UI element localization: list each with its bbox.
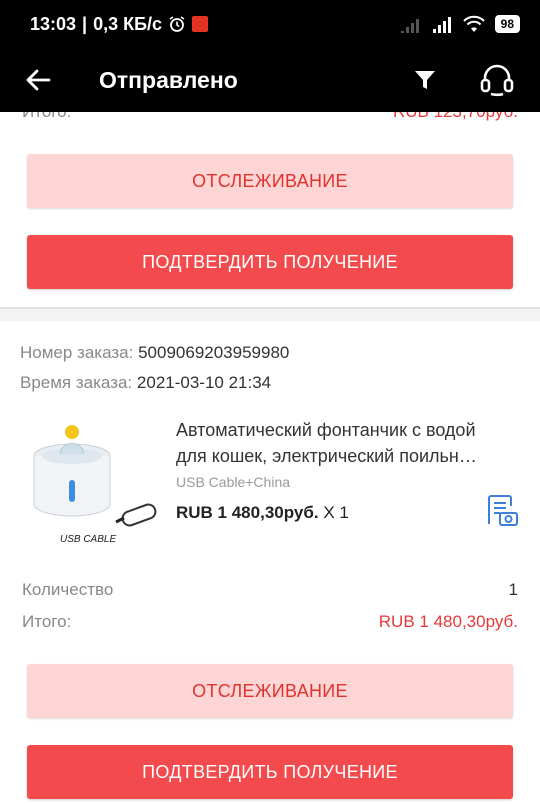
product-price: RUB 1 480,30руб. bbox=[176, 503, 319, 522]
back-arrow-icon bbox=[26, 69, 51, 91]
order-time-row: Время заказа: 2021-03-10 21:34 bbox=[20, 373, 271, 393]
product-image[interactable]: USB CABLE bbox=[22, 410, 162, 550]
previous-order-total-value: RUB 123,70руб. bbox=[393, 112, 518, 122]
filter-icon bbox=[415, 71, 435, 89]
order-confirm-button[interactable]: ПОДТВЕРДИТЬ ПОЛУЧЕНИЕ bbox=[27, 745, 513, 799]
product-price-row: RUB 1 480,30руб. X 1 bbox=[176, 503, 349, 523]
order-quantity-label: Количество bbox=[22, 580, 114, 599]
orders-list[interactable]: Итого: RUB 123,70руб. ОТСЛЕЖИВАНИЕ ПОДТВ… bbox=[0, 112, 540, 804]
previous-order-confirm-button[interactable]: ПОДТВЕРДИТЬ ПОЛУЧЕНИЕ bbox=[27, 235, 513, 289]
order-track-button[interactable]: ОТСЛЕЖИВАНИЕ bbox=[27, 664, 513, 718]
product-title[interactable]: Автоматический фонтанчик с водой для кош… bbox=[176, 417, 521, 469]
order-total-row: Итого: RUB 1 480,30руб. bbox=[22, 612, 518, 632]
previous-order-total-label: Итого: bbox=[22, 112, 71, 122]
order-number-label: Номер заказа: bbox=[20, 343, 134, 362]
photo-review-button[interactable] bbox=[483, 492, 519, 528]
wifi-icon bbox=[462, 15, 485, 33]
order-number-value: 5009069203959980 bbox=[138, 343, 290, 362]
alarm-icon bbox=[168, 15, 186, 33]
order-quantity-row: Количество 1 bbox=[22, 580, 518, 600]
order-time-value: 2021-03-10 21:34 bbox=[136, 373, 272, 392]
support-button[interactable] bbox=[472, 55, 522, 105]
order-total-label: Итого: bbox=[22, 612, 72, 631]
aliexpress-notification-icon bbox=[192, 16, 209, 32]
back-button[interactable] bbox=[0, 48, 76, 112]
signal-icon bbox=[431, 15, 453, 33]
product-title-line-2: для кошек, электрический поильн… bbox=[176, 446, 477, 466]
status-bar: 13:03 | 0,3 КБ/с 98 bbox=[0, 0, 540, 48]
status-network-speed: 0,3 КБ/с bbox=[93, 13, 163, 34]
order-divider bbox=[0, 307, 540, 321]
status-time: 13:03 bbox=[30, 13, 77, 34]
order-time-label: Время заказа: bbox=[20, 373, 133, 392]
battery-indicator: 98 bbox=[494, 15, 520, 33]
product-image-caption: USB CABLE bbox=[60, 534, 116, 545]
page-title: Отправлено bbox=[99, 66, 238, 93]
product-variant: USB Cable+China bbox=[176, 474, 291, 490]
app-bar: Отправлено bbox=[0, 48, 540, 112]
order-quantity-value: 1 bbox=[508, 580, 518, 599]
filter-button[interactable] bbox=[400, 55, 450, 105]
status-separator: | bbox=[82, 13, 88, 34]
product-quantity: X 1 bbox=[323, 503, 349, 522]
previous-order-track-button[interactable]: ОТСЛЕЖИВАНИЕ bbox=[27, 154, 513, 208]
previous-order-total-row: Итого: RUB 123,70руб. bbox=[22, 112, 518, 122]
order-total-value: RUB 1 480,30руб. bbox=[378, 612, 518, 631]
product-title-line-1: Автоматический фонтанчик с водой bbox=[176, 420, 476, 440]
cat-fountain-image: USB CABLE bbox=[33, 425, 157, 545]
support-headset-icon bbox=[480, 64, 514, 97]
signal-weak-icon bbox=[399, 15, 421, 33]
photo-review-icon bbox=[488, 495, 518, 526]
order-number-row: Номер заказа: 5009069203959980 bbox=[20, 343, 289, 363]
